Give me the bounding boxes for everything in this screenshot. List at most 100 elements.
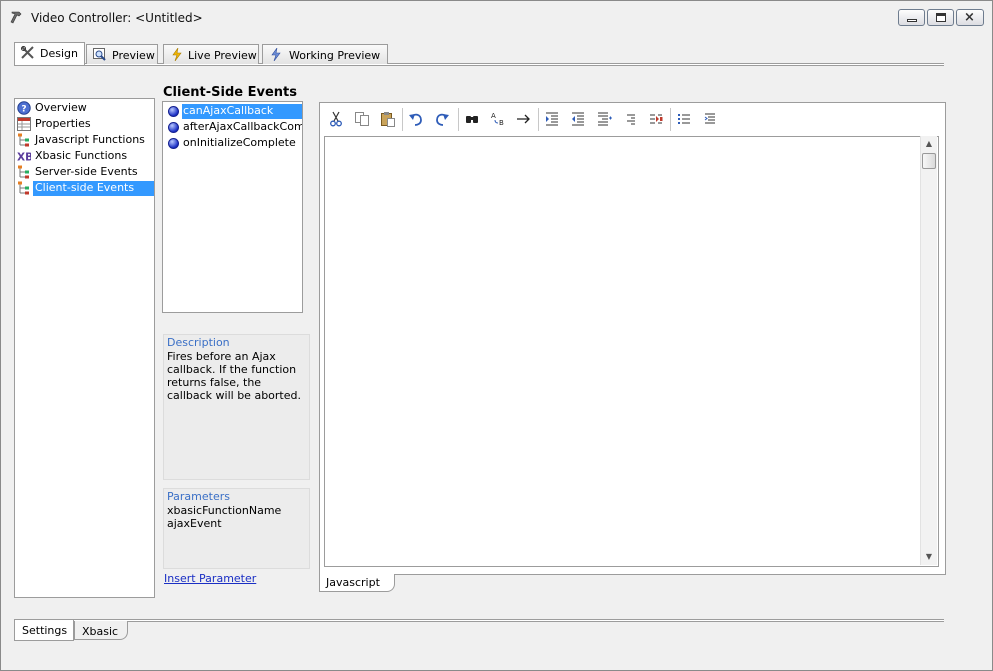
maximize-button[interactable] bbox=[927, 9, 954, 26]
redo-button[interactable] bbox=[430, 107, 454, 131]
find-button[interactable] bbox=[460, 107, 484, 131]
outdent-icon bbox=[572, 112, 584, 126]
tab-javascript-label: Javascript bbox=[326, 576, 380, 589]
left-nav-panel: ? Overview Properties Javascript Functio… bbox=[14, 98, 155, 598]
paste-button[interactable] bbox=[376, 107, 400, 131]
description-box: Description Fires before an Ajax callbac… bbox=[163, 334, 310, 480]
comment-button[interactable] bbox=[592, 107, 616, 131]
tab-live-preview-label: Live Preview bbox=[188, 49, 257, 62]
tab-design[interactable]: Design bbox=[14, 42, 85, 65]
lightning-icon bbox=[172, 48, 182, 61]
close-button[interactable]: × bbox=[956, 9, 984, 26]
scroll-thumb[interactable] bbox=[922, 153, 936, 169]
nav-item-label: Xbasic Functions bbox=[35, 149, 128, 162]
window-title: Video Controller: <Untitled> bbox=[31, 11, 203, 25]
replace-button[interactable]: A B bbox=[486, 107, 510, 131]
toolbar-separator bbox=[538, 108, 539, 131]
indent-icon bbox=[546, 112, 558, 126]
code-text-area[interactable] bbox=[324, 136, 939, 567]
outline-icon bbox=[704, 113, 715, 124]
nav-item-label: Client-side Events bbox=[33, 181, 154, 196]
editor-toolbar: A B bbox=[324, 107, 941, 133]
tab-live-preview[interactable]: Live Preview bbox=[163, 44, 259, 64]
event-item-label: onInitializeComplete bbox=[183, 136, 296, 149]
comment-block-icon bbox=[598, 112, 612, 126]
copy-icon bbox=[355, 112, 369, 126]
event-item-after-ajax-callback[interactable]: afterAjaxCallbackComple bbox=[166, 119, 302, 135]
nav-item-javascript-functions[interactable]: Javascript Functions bbox=[16, 132, 154, 148]
undo-button[interactable] bbox=[404, 107, 428, 131]
undo-icon bbox=[409, 113, 422, 126]
nav-item-label: Overview bbox=[35, 101, 87, 114]
bottom-tab-strip: Settings Xbasic bbox=[14, 619, 944, 643]
scroll-up-icon[interactable]: ▲ bbox=[921, 136, 937, 152]
tab-design-label: Design bbox=[40, 47, 78, 60]
cut-button[interactable] bbox=[324, 107, 348, 131]
paste-icon bbox=[381, 112, 395, 127]
maximize-icon bbox=[936, 13, 946, 22]
app-window: Video Controller: <Untitled> × Design Pr… bbox=[0, 0, 993, 671]
minimize-icon bbox=[907, 19, 917, 22]
tab-working-preview[interactable]: Working Preview bbox=[262, 44, 388, 64]
format-button[interactable] bbox=[644, 107, 668, 131]
toolbar-separator bbox=[670, 108, 671, 131]
nav-item-label: Javascript Functions bbox=[35, 133, 145, 146]
properties-icon bbox=[17, 117, 31, 131]
nav-item-xbasic-functions[interactable]: XB Xbasic Functions bbox=[16, 148, 154, 164]
tab-xbasic[interactable]: Xbasic bbox=[74, 621, 128, 640]
redo-icon bbox=[436, 113, 449, 126]
tab-working-preview-label: Working Preview bbox=[289, 49, 381, 62]
nav-item-label: Properties bbox=[35, 117, 91, 130]
description-text: Fires before an Ajax callback. If the fu… bbox=[167, 350, 301, 402]
vertical-scrollbar[interactable]: ▲ ▼ bbox=[920, 136, 937, 565]
tree-icon bbox=[18, 165, 29, 179]
parameters-header: Parameters bbox=[167, 490, 230, 503]
nav-item-label: Server-side Events bbox=[35, 165, 138, 178]
goto-button[interactable] bbox=[512, 107, 536, 131]
list-icon bbox=[678, 114, 690, 124]
nav-item-client-side-events[interactable]: Client-side Events bbox=[16, 180, 154, 196]
tab-settings[interactable]: Settings bbox=[14, 620, 74, 641]
event-item-on-initialize-complete[interactable]: onInitializeComplete bbox=[166, 135, 302, 151]
event-item-label: canAjaxCallback bbox=[182, 104, 302, 119]
tools-icon bbox=[21, 46, 34, 59]
replace-icon: A B bbox=[491, 112, 504, 127]
hammer-icon bbox=[10, 11, 22, 24]
tab-preview[interactable]: Preview bbox=[86, 44, 158, 64]
code-editor-frame: A B ▲ ▼ bbox=[319, 102, 946, 575]
svg-text:XB: XB bbox=[17, 151, 31, 163]
outline-button[interactable] bbox=[698, 107, 722, 131]
indent-button[interactable] bbox=[540, 107, 564, 131]
description-header: Description bbox=[167, 336, 230, 349]
parameter-item: ajaxEvent bbox=[167, 517, 222, 530]
top-tab-strip: Design Preview Live Preview Working Prev… bbox=[14, 42, 944, 66]
events-title: Client-Side Events bbox=[163, 85, 297, 100]
event-item-can-ajax-callback[interactable]: canAjaxCallback bbox=[166, 103, 302, 119]
outdent-button[interactable] bbox=[566, 107, 590, 131]
scroll-down-icon[interactable]: ▼ bbox=[921, 549, 937, 565]
copy-button[interactable] bbox=[350, 107, 374, 131]
svg-text:B: B bbox=[499, 119, 504, 127]
scissors-icon bbox=[330, 111, 342, 127]
title-bar: Video Controller: <Untitled> × bbox=[1, 1, 992, 33]
list-button[interactable] bbox=[672, 107, 696, 131]
toolbar-separator bbox=[458, 108, 459, 131]
help-icon: ? bbox=[17, 101, 31, 115]
xb-icon: XB bbox=[17, 151, 31, 163]
uncomment-button[interactable] bbox=[618, 107, 642, 131]
nav-item-server-side-events[interactable]: Server-side Events bbox=[16, 164, 154, 180]
nav-item-overview[interactable]: ? Overview bbox=[16, 100, 154, 116]
binoculars-icon bbox=[466, 116, 478, 123]
event-item-label: afterAjaxCallbackComple bbox=[183, 120, 303, 133]
tree-icon bbox=[18, 133, 29, 147]
tab-xbasic-label: Xbasic bbox=[82, 625, 119, 638]
minimize-button[interactable] bbox=[898, 9, 925, 26]
event-list[interactable]: canAjaxCallback afterAjaxCallbackComple … bbox=[162, 101, 303, 313]
arrow-right-icon bbox=[517, 114, 530, 124]
magnifier-icon bbox=[93, 48, 106, 61]
insert-parameter-link[interactable]: Insert Parameter bbox=[164, 572, 256, 585]
nav-item-properties[interactable]: Properties bbox=[16, 116, 154, 132]
tree-icon bbox=[18, 181, 29, 195]
parameter-item: xbasicFunctionName bbox=[167, 504, 282, 517]
align-right-icon bbox=[627, 114, 635, 125]
